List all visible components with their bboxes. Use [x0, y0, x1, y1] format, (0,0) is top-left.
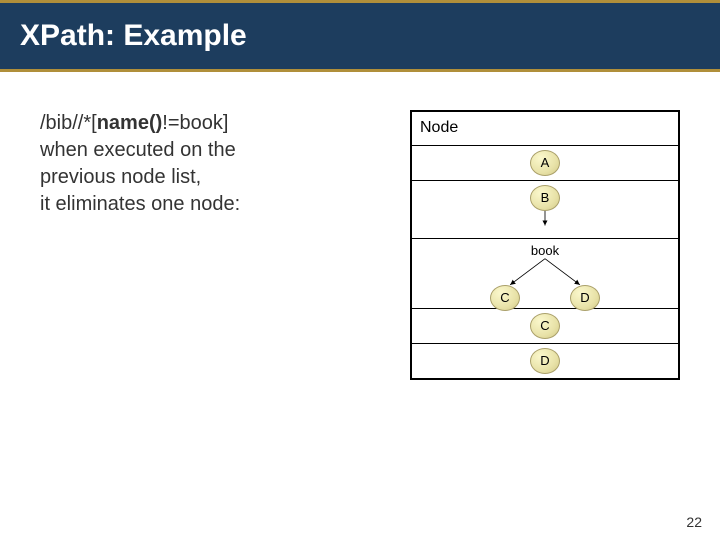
- xpath-expression: /bib//*[name()!=book]: [40, 110, 360, 137]
- node-d: D: [570, 285, 600, 311]
- row-d-cell: D: [411, 343, 679, 379]
- node-c2: C: [530, 313, 560, 339]
- row-book-cell: book C D: [411, 238, 679, 308]
- title-bar: XPath: Example: [0, 0, 720, 72]
- label-book: book: [531, 243, 559, 258]
- xpath-keyword: name(): [97, 112, 163, 134]
- node-a: A: [530, 150, 560, 176]
- xpath-pre: /bib//*[: [40, 112, 97, 134]
- descr-line2: previous node list,: [40, 164, 360, 191]
- tree-book: book C D: [420, 243, 670, 304]
- table-header: Node: [411, 111, 679, 145]
- descr-line3: it eliminates one node:: [40, 191, 360, 218]
- page-number: 22: [686, 514, 702, 530]
- row-a-cell: A: [411, 145, 679, 180]
- content-area: /bib//*[name()!=book] when executed on t…: [40, 110, 680, 218]
- node-c: C: [490, 285, 520, 311]
- left-text: /bib//*[name()!=book] when executed on t…: [40, 110, 360, 218]
- node-b: B: [530, 185, 560, 211]
- tree-b: B: [420, 185, 670, 234]
- slide: XPath: Example /bib//*[name()!=book] whe…: [0, 0, 720, 540]
- row-b-cell: B: [411, 180, 679, 238]
- xpath-post: !=book]: [162, 112, 228, 134]
- node-d2: D: [530, 348, 560, 374]
- slide-title: XPath: Example: [20, 19, 247, 53]
- row-c-cell: C: [411, 308, 679, 343]
- node-table-wrap: Node A B: [410, 110, 680, 380]
- node-table: Node A B: [410, 110, 680, 380]
- descr-line1: when executed on the: [40, 137, 360, 164]
